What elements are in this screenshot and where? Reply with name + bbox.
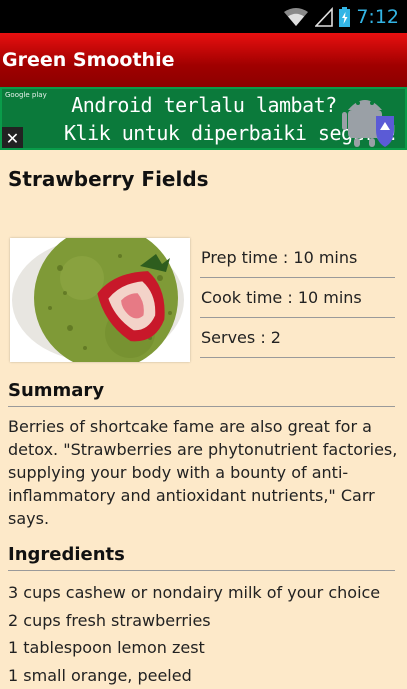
signal-icon bbox=[315, 7, 333, 27]
app-title: Green Smoothie bbox=[2, 49, 174, 71]
recipe-info: Prep time : 10 mins Cook time : 10 mins … bbox=[200, 238, 395, 358]
ad-line-2: Klik untuk diperbaiki segera! bbox=[64, 121, 344, 145]
list-item: 2 cups fresh strawberries bbox=[8, 607, 400, 635]
recipe-title: Strawberry Fields bbox=[8, 167, 209, 191]
serves: Serves : 2 bbox=[200, 318, 395, 358]
ad-banner[interactable]: Google play Android terlalu lambat? Klik… bbox=[0, 87, 407, 150]
cook-time: Cook time : 10 mins bbox=[200, 278, 395, 318]
summary-heading: Summary bbox=[8, 380, 104, 401]
list-item: 1 small orange, peeled bbox=[8, 662, 400, 689]
android-shield-icon bbox=[342, 92, 397, 148]
status-bar: 7:12 bbox=[0, 0, 407, 33]
app-bar: Green Smoothie bbox=[0, 33, 407, 87]
list-item: 1 tablespoon lemon zest bbox=[8, 634, 400, 662]
ad-close-button[interactable]: ✕ bbox=[2, 127, 23, 150]
recipe-photo bbox=[10, 238, 190, 362]
ad-source-label: Google play bbox=[5, 91, 47, 99]
prep-time: Prep time : 10 mins bbox=[200, 238, 395, 278]
ad-line-1: Android terlalu lambat? bbox=[64, 93, 344, 117]
summary-text: Berries of shortcake fame are also great… bbox=[8, 415, 400, 530]
ingredients-heading: Ingredients bbox=[8, 544, 125, 565]
list-item: 3 cups cashew or nondairy milk of your c… bbox=[8, 579, 400, 607]
summary-divider bbox=[8, 406, 395, 407]
wifi-icon bbox=[283, 7, 309, 27]
smoothie-image bbox=[10, 238, 190, 362]
status-time: 7:12 bbox=[356, 6, 399, 28]
ingredients-divider bbox=[8, 570, 395, 571]
battery-icon bbox=[339, 7, 350, 27]
ingredients-list: 3 cups cashew or nondairy milk of your c… bbox=[8, 579, 400, 689]
